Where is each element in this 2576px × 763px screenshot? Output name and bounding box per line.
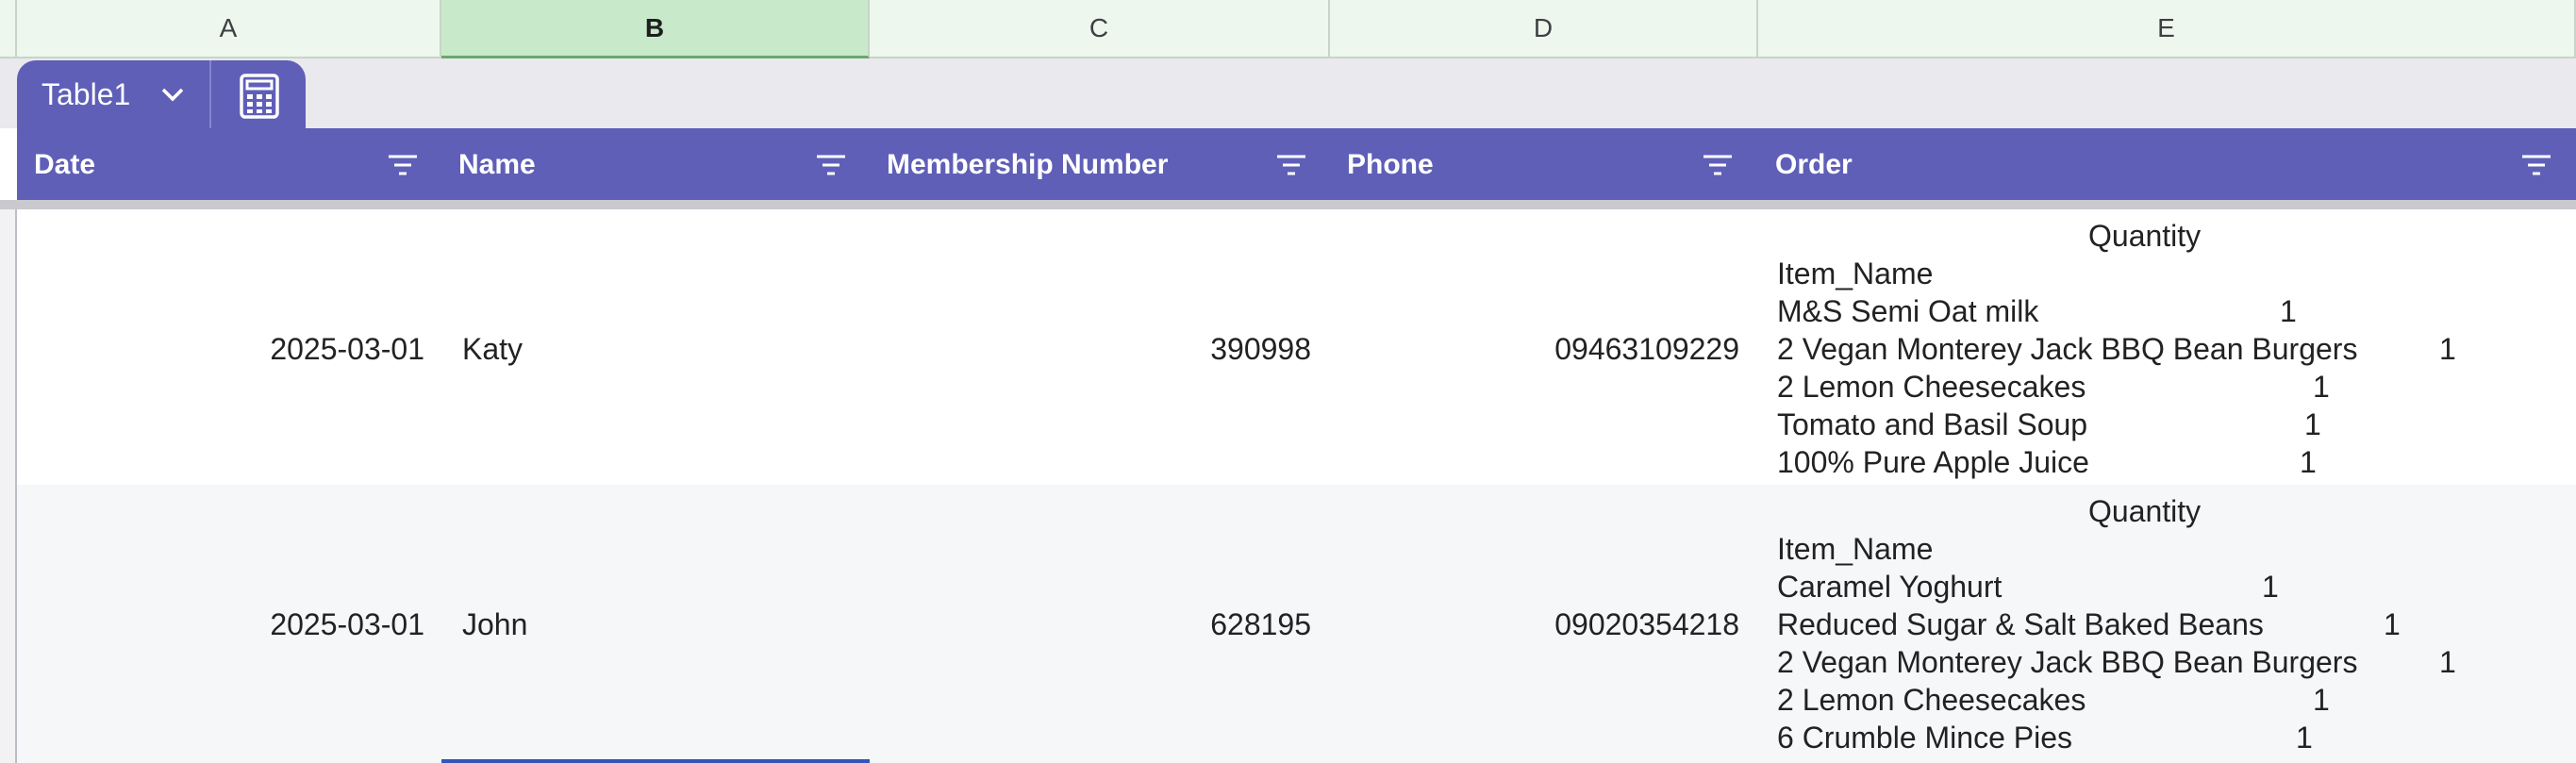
- calculator-icon[interactable]: [236, 72, 283, 121]
- order-quantity-header: Quantity: [2088, 494, 2202, 528]
- filter-icon[interactable]: [1273, 151, 1309, 179]
- column-header-c[interactable]: C: [870, 0, 1330, 58]
- row-selector-gutter[interactable]: [0, 209, 17, 763]
- cell-membership-number[interactable]: 390998: [870, 330, 1311, 368]
- header-phone[interactable]: Phone: [1330, 128, 1758, 202]
- cell-date[interactable]: 2025-03-01: [17, 605, 424, 643]
- order-item-header: Item_Name: [1777, 257, 1934, 290]
- column-header-b[interactable]: B: [441, 0, 870, 58]
- cell-phone[interactable]: 09020354218: [1330, 605, 1739, 643]
- order-item-qty: 1: [2300, 445, 2317, 479]
- cell-name[interactable]: John: [462, 605, 858, 643]
- order-item-name: 100% Pure Apple Juice: [1777, 445, 2089, 479]
- cell-name[interactable]: Katy: [462, 330, 858, 368]
- order-item-name: M&S Semi Oat milk: [1777, 294, 2039, 328]
- order-item-name: 2 Vegan Monterey Jack BBQ Bean Burgers: [1777, 645, 2358, 679]
- order-item-qty: 1: [2296, 721, 2313, 755]
- column-header-a[interactable]: A: [17, 0, 441, 58]
- select-all-corner[interactable]: [0, 0, 17, 58]
- header-membership-number[interactable]: Membership Number: [870, 128, 1330, 202]
- order-item-qty: 1: [2439, 645, 2456, 679]
- chevron-down-icon[interactable]: [158, 83, 187, 106]
- filter-icon[interactable]: [385, 151, 421, 179]
- order-item-name: 2 Lemon Cheesecakes: [1777, 683, 2086, 717]
- filter-icon[interactable]: [813, 151, 849, 179]
- order-item-qty: 1: [2304, 407, 2321, 441]
- order-item-header: Item_Name: [1777, 532, 1934, 566]
- filter-icon[interactable]: [2518, 151, 2554, 179]
- order-item-qty: 1: [2280, 294, 2297, 328]
- table-name[interactable]: Table1: [42, 75, 130, 113]
- header-order[interactable]: Order: [1758, 128, 2576, 202]
- order-item-qty: 1: [2262, 570, 2279, 604]
- header-name[interactable]: Name: [441, 128, 870, 202]
- table-tab-bar: [0, 58, 2576, 128]
- column-header-d[interactable]: D: [1330, 0, 1758, 58]
- order-item-name: Reduced Sugar & Salt Baked Beans: [1777, 607, 2264, 641]
- order-item-name: Caramel Yoghurt: [1777, 570, 2003, 604]
- order-item-name: 6 Crumble Mince Pies: [1777, 721, 2072, 755]
- column-header-e[interactable]: E: [1758, 0, 2576, 58]
- cell-membership-number[interactable]: 628195: [870, 605, 1311, 643]
- selected-cell-indicator: [441, 759, 870, 763]
- order-item-name: Tomato and Basil Soup: [1777, 407, 2088, 441]
- order-quantity-header: Quantity: [2088, 219, 2202, 253]
- order-item-qty: 1: [2313, 683, 2330, 717]
- filter-icon[interactable]: [1700, 151, 1736, 179]
- order-item-name: 2 Lemon Cheesecakes: [1777, 370, 2086, 404]
- cell-phone[interactable]: 09463109229: [1330, 330, 1739, 368]
- tab-divider: [209, 60, 211, 128]
- order-item-qty: 1: [2439, 332, 2456, 366]
- order-item-qty: 1: [2313, 370, 2330, 404]
- order-item-name: 2 Vegan Monterey Jack BBQ Bean Burgers: [1777, 332, 2358, 366]
- header-divider: [0, 200, 2576, 209]
- order-item-qty: 1: [2384, 607, 2401, 641]
- cell-date[interactable]: 2025-03-01: [17, 330, 424, 368]
- header-date[interactable]: Date: [17, 128, 441, 202]
